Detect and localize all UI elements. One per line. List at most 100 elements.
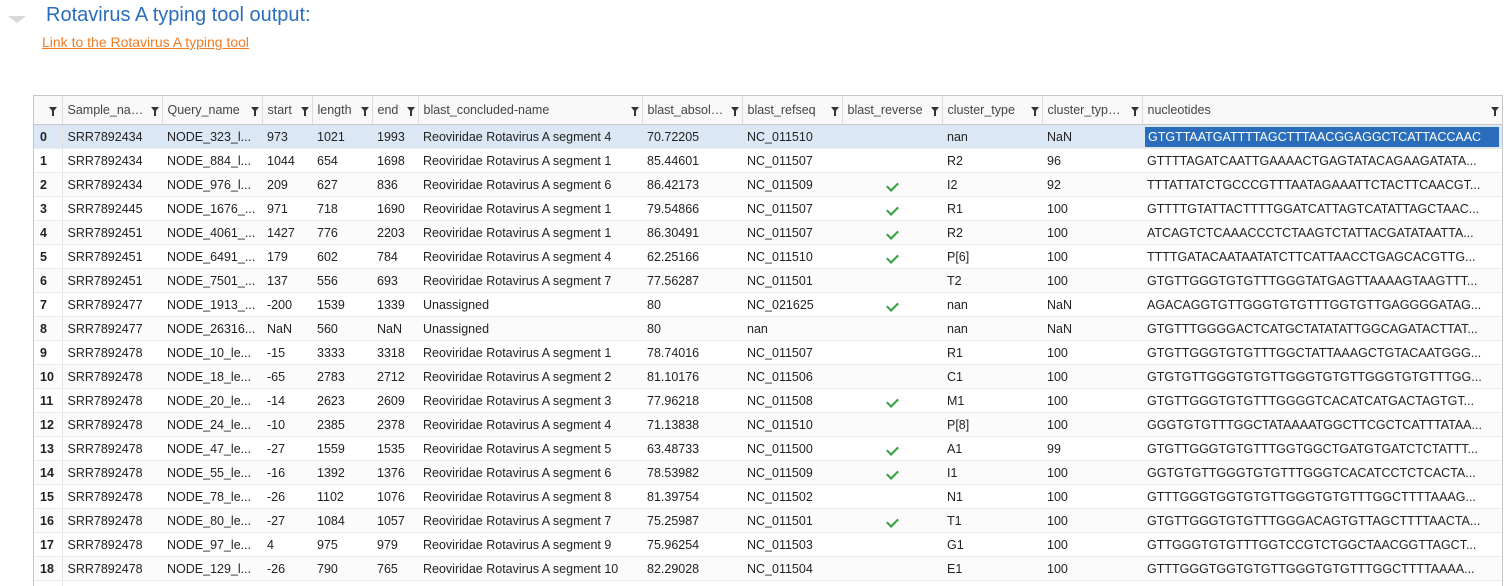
cell-query-name[interactable]: NODE_1676_... [162,197,262,221]
cell-blast-absolute[interactable]: 77.96218 [642,389,742,413]
cell-query-name[interactable]: NODE_20_le... [162,389,262,413]
cell-sample-name[interactable]: SRR7892478 [62,365,162,389]
cell-cluster-type[interactable]: nan [942,293,1042,317]
cell-cluster-type-s[interactable]: 96 [1042,149,1142,173]
cell-length[interactable]: 776 [312,221,372,245]
cell-nucleotides[interactable]: GTGTTGGGTGTGTTTGGGGTCACATCATGACTAGTGT... [1142,389,1502,413]
cell-blast-absolute[interactable]: 81.39754 [642,485,742,509]
column-header-blast-absolute[interactable]: blast_absolute [642,96,742,125]
table-row[interactable]: 5SRR7892451NODE_6491_...179602784Reoviri… [34,245,1502,269]
cell-blast-refseq[interactable]: NC_011510 [742,245,842,269]
cell-start[interactable]: 973 [262,125,312,149]
cell-blast-absolute[interactable]: 62.25166 [642,245,742,269]
cell-blast-concluded-name[interactable]: Reoviridae Rotavirus A segment 5 [418,437,642,461]
cell-cluster-type[interactable]: I1 [942,461,1042,485]
cell-blast-refseq[interactable]: NC_011508 [742,389,842,413]
cell-blast-absolute[interactable]: 78.74016 [642,341,742,365]
cell-end[interactable]: 1993 [372,125,418,149]
cell-end[interactable]: 2712 [372,365,418,389]
collapse-arrow-icon[interactable] [8,16,26,23]
cell-start[interactable]: -26 [262,485,312,509]
cell-cluster-type[interactable]: nan [942,125,1042,149]
filter-icon[interactable] [931,107,939,112]
table-row[interactable]: 12SRR7892478NODE_24_le...-1023852378Reov… [34,413,1502,437]
cell-start[interactable]: 1427 [262,221,312,245]
cell-end[interactable]: 1698 [372,149,418,173]
cell-length[interactable]: 1021 [312,125,372,149]
table-row[interactable]: 1SRR7892434NODE_884_l...10446541698Reovi… [34,149,1502,173]
cell-cluster-type-s[interactable]: 100 [1042,509,1142,533]
cell-start[interactable]: 179 [262,245,312,269]
cell-blast-refseq[interactable]: NC_021625 [742,293,842,317]
cell-blast-refseq[interactable]: NC_011502 [742,485,842,509]
cell-index[interactable]: 13 [34,437,62,461]
cell-sample-name[interactable]: SRR7892478 [62,533,162,557]
cell-blast-concluded-name[interactable]: Reoviridae Rotavirus A segment 1 [418,221,642,245]
filter-icon[interactable] [151,107,159,112]
filter-icon[interactable] [1491,107,1499,112]
cell-sample-name[interactable]: SRR7892478 [62,437,162,461]
cell-blast-reverse[interactable] [842,269,942,293]
cell-length[interactable]: 701 [312,581,372,586]
cell-cluster-type-s[interactable]: NaN [1042,317,1142,341]
cell-cluster-type-s[interactable]: 100 [1042,557,1142,581]
cell-blast-reverse[interactable] [842,149,942,173]
cell-cluster-type-s[interactable]: 100 [1042,413,1142,437]
cell-blast-reverse[interactable] [842,485,942,509]
cell-query-name[interactable]: NODE_18_le... [162,365,262,389]
cell-editor-input[interactable]: GTGTTAATGATTTTAGCTTTAACGGAGGCTCATTACCAAC [1145,127,1499,147]
cell-sample-name[interactable]: SRR7892478 [62,389,162,413]
cell-length[interactable]: 560 [312,317,372,341]
table-row[interactable]: 9SRR7892478NODE_10_le...-1533333318Reovi… [34,341,1502,365]
cell-blast-reverse[interactable] [842,389,942,413]
cell-cluster-type[interactable]: N1 [942,485,1042,509]
cell-blast-refseq[interactable]: NC_011509 [742,461,842,485]
cell-cluster-type-s[interactable]: 92 [1042,173,1142,197]
cell-blast-refseq[interactable]: NC_011510 [742,125,842,149]
column-header-start[interactable]: start [262,96,312,125]
cell-index[interactable]: 19 [34,581,62,586]
cell-cluster-type[interactable]: I2 [942,173,1042,197]
table-row[interactable]: 3SRR7892445NODE_1676_...9717181690Reovir… [34,197,1502,221]
cell-sample-name[interactable]: SRR7892478 [62,341,162,365]
cell-start[interactable]: 1044 [262,149,312,173]
table-row[interactable]: 19SRR7892478NODE_156_l...-17701687Reovir… [34,581,1502,586]
cell-end[interactable]: 1690 [372,197,418,221]
cell-nucleotides[interactable]: GTTTGGGTGGTGTGTTGGGTGTGTTTGGCTTTTAAAA... [1142,557,1502,581]
cell-cluster-type-s[interactable]: 100 [1042,581,1142,586]
cell-blast-absolute[interactable]: 80 [642,293,742,317]
cell-end[interactable]: 2378 [372,413,418,437]
cell-nucleotides[interactable]: GGGTGTGTTTGGCTATAAAATGGCTTCGCTCATTTATAA.… [1142,413,1502,437]
cell-sample-name[interactable]: SRR7892478 [62,485,162,509]
cell-index[interactable]: 6 [34,269,62,293]
cell-index[interactable]: 16 [34,509,62,533]
cell-blast-refseq[interactable]: NC_011503 [742,533,842,557]
cell-start[interactable]: -26 [262,557,312,581]
cell-blast-refseq[interactable]: NC_011510 [742,413,842,437]
cell-blast-concluded-name[interactable]: Reoviridae Rotavirus A segment 4 [418,413,642,437]
cell-query-name[interactable]: NODE_80_le... [162,509,262,533]
cell-start[interactable]: -16 [262,461,312,485]
cell-length[interactable]: 1539 [312,293,372,317]
cell-query-name[interactable]: NODE_7501_... [162,269,262,293]
cell-start[interactable]: NaN [262,317,312,341]
cell-blast-absolute[interactable]: 82.29028 [642,557,742,581]
table-row[interactable]: 15SRR7892478NODE_78_le...-2611021076Reov… [34,485,1502,509]
cell-blast-reverse[interactable] [842,413,942,437]
table-row[interactable]: 16SRR7892478NODE_80_le...-2710841057Reov… [34,509,1502,533]
cell-cluster-type-s[interactable]: 99 [1042,437,1142,461]
cell-end[interactable]: NaN [372,317,418,341]
table-row[interactable]: 10SRR7892478NODE_18_le...-6527832712Reov… [34,365,1502,389]
cell-index[interactable]: 2 [34,173,62,197]
cell-blast-concluded-name[interactable]: Reoviridae Rotavirus A segment 6 [418,461,642,485]
cell-index[interactable]: 1 [34,149,62,173]
cell-start[interactable]: -65 [262,365,312,389]
column-header-index[interactable] [34,96,62,125]
cell-cluster-type[interactable]: M1 [942,389,1042,413]
cell-blast-concluded-name[interactable]: Reoviridae Rotavirus A segment 2 [418,365,642,389]
typing-tool-link[interactable]: Link to the Rotavirus A typing tool [42,34,249,50]
cell-blast-absolute[interactable]: 63.48733 [642,437,742,461]
table-row[interactable]: 14SRR7892478NODE_55_le...-1613921376Reov… [34,461,1502,485]
cell-cluster-type[interactable]: H1 [942,581,1042,586]
cell-cluster-type[interactable]: T2 [942,269,1042,293]
